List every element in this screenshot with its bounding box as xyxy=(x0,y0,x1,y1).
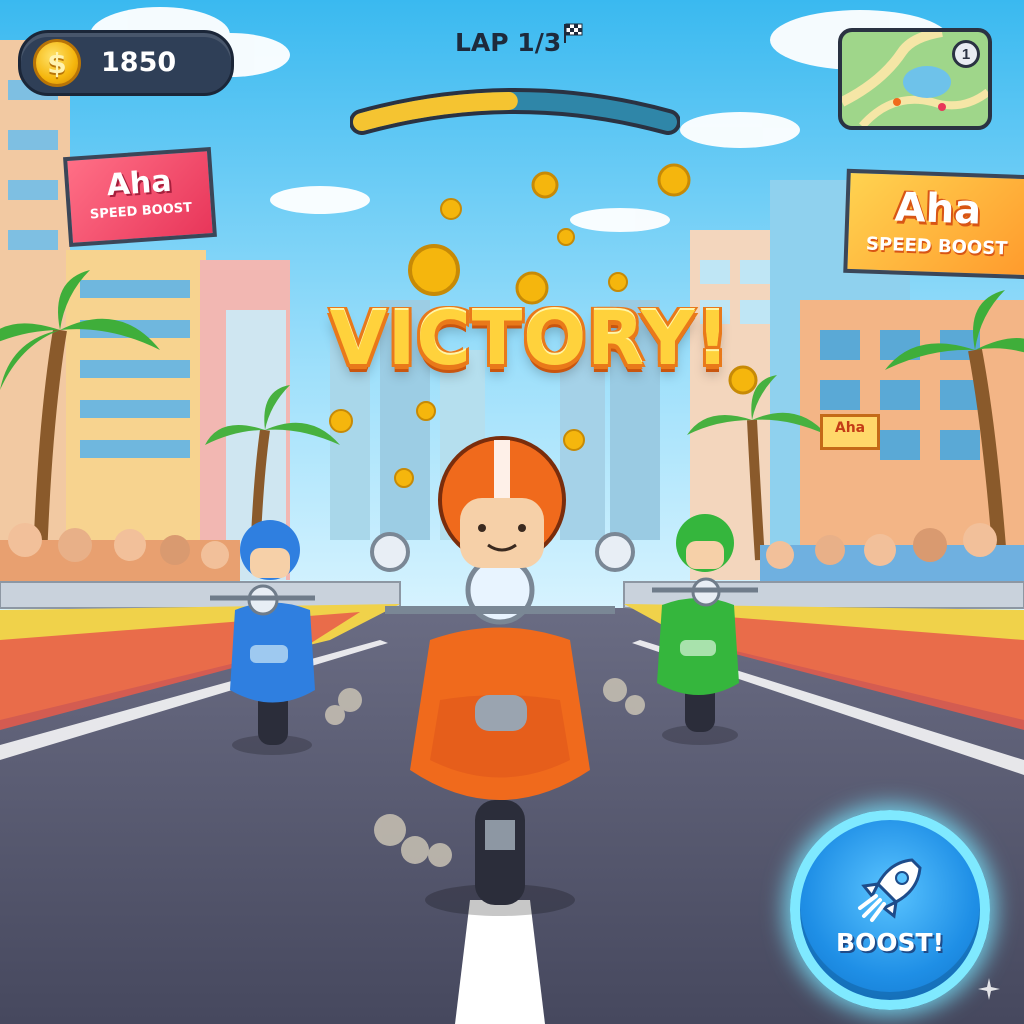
boost-label: BOOST! xyxy=(835,928,945,957)
coin-counter: $ 1850 xyxy=(18,30,234,96)
checkered-flag-icon xyxy=(564,23,583,43)
billboard-right-subtitle: SPEED BOOST xyxy=(865,233,1008,260)
billboard-small-title: Aha xyxy=(834,420,866,436)
minimap-position-badge: 1 xyxy=(952,40,980,68)
billboard-left-title: Aha xyxy=(105,163,173,204)
rocket-icon xyxy=(858,858,922,922)
minimap[interactable]: 1 xyxy=(838,28,992,130)
lap-counter: LAP 1/3 xyxy=(455,28,562,57)
coin-count: 1850 xyxy=(101,47,177,78)
billboard-small: Aha xyxy=(820,414,880,450)
billboard-left: Aha SPEED BOOST xyxy=(63,146,217,248)
sparkle-icon xyxy=(978,978,1000,1000)
billboard-right-title: Aha xyxy=(894,184,983,234)
victory-banner: VICTORY! xyxy=(329,296,731,382)
game-screen: Aha SPEED BOOST Aha SPEED BOOST Aha $ 18… xyxy=(0,0,1024,1024)
center-line xyxy=(455,900,545,1024)
billboard-right: Aha SPEED BOOST xyxy=(843,168,1024,280)
boost-button[interactable]: BOOST! xyxy=(790,810,990,1010)
dollar-coin-icon: $ xyxy=(33,39,81,87)
lap-progress-bar xyxy=(350,88,680,135)
